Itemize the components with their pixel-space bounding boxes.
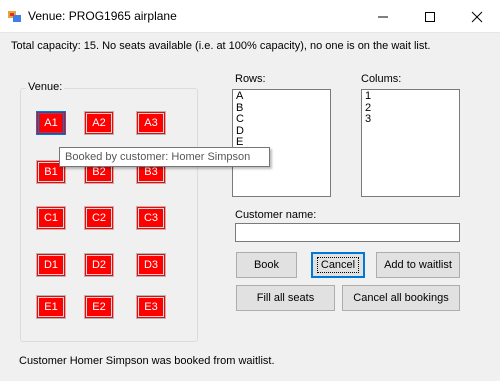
book-button[interactable]: Book	[236, 252, 297, 278]
columns-listbox[interactable]: 1 2 3	[361, 89, 460, 197]
seat-c3[interactable]: C3	[136, 206, 166, 230]
list-item[interactable]: A	[236, 90, 327, 103]
seat-e1[interactable]: E1	[36, 295, 66, 319]
cancel-button-label: Cancel	[316, 257, 360, 273]
list-item[interactable]: D	[236, 125, 327, 138]
maximize-button[interactable]	[407, 0, 453, 32]
columns-label: Colums:	[361, 73, 402, 85]
seat-tooltip: Booked by customer: Homer Simpson	[59, 147, 270, 167]
seat-a1[interactable]: A1	[36, 111, 66, 135]
cancel-button[interactable]: Cancel	[311, 252, 365, 278]
list-item[interactable]: 1	[365, 90, 456, 103]
cancel-all-bookings-button[interactable]: Cancel all bookings	[342, 285, 460, 311]
window-title: Venue: PROG1965 airplane	[28, 9, 177, 23]
minimize-icon	[378, 16, 388, 18]
seat-d1[interactable]: D1	[36, 253, 66, 277]
seat-a3[interactable]: A3	[136, 111, 166, 135]
seat-e3[interactable]: E3	[136, 295, 166, 319]
list-item[interactable]: 3	[365, 113, 456, 126]
venue-label: Venue:	[26, 81, 65, 93]
close-button[interactable]	[454, 0, 500, 32]
seat-a2[interactable]: A2	[84, 111, 114, 135]
seat-e2[interactable]: E2	[84, 295, 114, 319]
customer-name-label: Customer name:	[235, 209, 317, 221]
cancel-all-bookings-label: Cancel all bookings	[353, 292, 449, 304]
add-to-waitlist-label: Add to waitlist	[384, 259, 452, 271]
seat-c1[interactable]: C1	[36, 206, 66, 230]
title-bar: Venue: PROG1965 airplane	[0, 0, 500, 33]
app-icon	[8, 11, 21, 22]
rows-listbox[interactable]: A B C D E	[232, 89, 331, 197]
maximize-icon	[425, 12, 435, 22]
fill-all-seats-button[interactable]: Fill all seats	[236, 285, 335, 311]
list-item[interactable]: C	[236, 113, 327, 126]
minimize-button[interactable]	[360, 0, 406, 32]
close-icon	[471, 11, 483, 23]
seat-d3[interactable]: D3	[136, 253, 166, 277]
fill-all-seats-label: Fill all seats	[256, 292, 315, 304]
add-to-waitlist-button[interactable]: Add to waitlist	[376, 252, 460, 278]
book-button-label: Book	[253, 259, 280, 271]
seat-d2[interactable]: D2	[84, 253, 114, 277]
list-item[interactable]: 2	[365, 102, 456, 115]
capacity-text: Total capacity: 15. No seats available (…	[11, 40, 431, 52]
status-text: Customer Homer Simpson was booked from w…	[19, 355, 275, 367]
seat-c2[interactable]: C2	[84, 206, 114, 230]
list-item[interactable]: B	[236, 102, 327, 115]
rows-label: Rows:	[235, 73, 266, 85]
customer-name-input[interactable]	[235, 223, 460, 242]
